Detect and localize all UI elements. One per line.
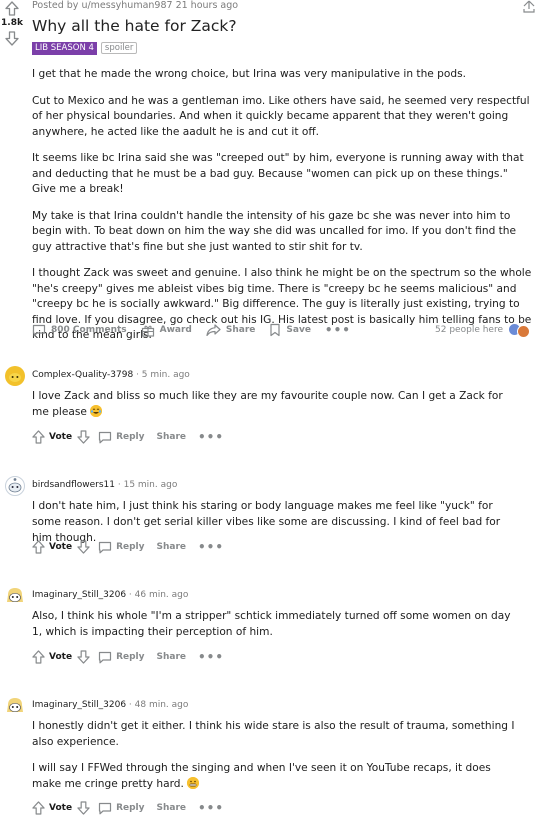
comment-more-button[interactable]: ••• [198,430,224,444]
comment-body: I honestly didn't get it either. I think… [32,718,522,792]
reply-button[interactable]: Reply [116,803,144,813]
comment-more-button[interactable]: ••• [198,801,224,815]
vote-label: Vote [49,542,73,552]
tears-of-joy-emoji-icon [90,405,103,417]
vote-label: Vote [49,803,73,813]
comment: Complex-Quality-3798 · 5 min. ago I love… [0,366,540,456]
comments-count-label: 800 Comments [51,325,127,335]
share-button[interactable]: Share [206,324,256,336]
comment-action-bar: Vote Reply Share ••• [32,429,224,445]
comment-header: birdsandflowers11 · 15 min. ago [32,479,177,491]
upvote-arrow-icon[interactable] [5,1,19,16]
award-icon [141,325,154,337]
share-icon [206,324,221,336]
save-label: Save [286,325,311,335]
reply-button[interactable]: Reply [116,432,144,442]
comment-action-bar: Vote Reply Share ••• [32,649,224,665]
comment-text-run: I will say I FFWed through the singing a… [32,762,491,790]
downvote-arrow-icon[interactable] [77,430,90,444]
comment-share-button[interactable]: Share [157,432,187,442]
yellow-snoo-avatar[interactable] [5,366,25,386]
downvote-arrow-icon[interactable] [77,650,90,664]
comment-header: Imaginary_Still_3206 · 48 min. ago [32,699,188,711]
comment-text-run: I love Zack and bliss so much like they … [32,390,503,418]
reply-comment-icon[interactable] [98,651,112,664]
comment-body: Also, I think his whole "I'm a stripper"… [32,608,522,640]
comment-share-button[interactable]: Share [157,652,187,662]
share-arrow-icon[interactable] [522,0,536,13]
more-options-button[interactable]: ••• [325,323,351,337]
comment-share-button[interactable]: Share [157,542,187,552]
flair-tag[interactable]: LIB SEASON 4 [32,41,97,55]
posted-by-line: Posted by u/messyhuman987 21 hours ago [32,0,239,11]
comment-timestamp: · 46 min. ago [126,590,189,600]
upvote-arrow-icon[interactable] [32,430,45,444]
post-paragraph: I get that he made the wrong choice, but… [32,68,466,80]
post-flairs: LIB SEASON 4 spoiler [32,41,532,55]
blonde-snoo-avatar[interactable] [5,696,25,716]
reply-comment-icon[interactable] [98,541,112,554]
post-paragraph: My take is that Irina couldn't handle th… [32,209,517,253]
avatar [517,325,530,338]
downvote-arrow-icon[interactable] [5,31,19,46]
comment-username[interactable]: birdsandflowers11 [32,480,115,490]
upvote-arrow-icon[interactable] [32,650,45,664]
reply-button[interactable]: Reply [116,542,144,552]
comment-more-button[interactable]: ••• [198,650,224,664]
vote-label: Vote [49,432,73,442]
comment: birdsandflowers11 · 15 min. ago I don't … [0,476,540,566]
comments-button[interactable]: 800 Comments [32,324,127,337]
comment-icon [32,324,46,336]
people-here-avatars [508,323,532,338]
post-paragraph: It seems like bc Irina said she was "cre… [32,152,524,195]
award-button[interactable]: Award [141,324,192,337]
comment-timestamp: · 5 min. ago [133,370,190,380]
reply-comment-icon[interactable] [98,802,112,815]
comment-more-button[interactable]: ••• [198,540,224,554]
comment-header: Complex-Quality-3798 · 5 min. ago [32,369,190,381]
post-body: I get that he made the wrong choice, but… [32,67,532,344]
downvote-arrow-icon[interactable] [77,540,90,554]
vote-label: Vote [49,652,73,662]
award-label: Award [159,325,192,335]
comment-action-bar: Vote Reply Share ••• [32,539,224,555]
reply-button[interactable]: Reply [116,652,144,662]
reply-comment-icon[interactable] [98,431,112,444]
post-paragraph: Cut to Mexico and he was a gentleman imo… [32,94,530,138]
post-vote-count: 1.8k [1,18,23,28]
comment-text: Also, I think his whole "I'm a stripper"… [32,610,511,638]
spoiler-tag: spoiler [100,42,138,54]
comment: Imaginary_Still_3206 · 46 min. ago Also,… [0,586,540,676]
post-action-bar: 800 Comments Award Share Save ••• 52 peo… [32,320,532,340]
comment-header: Imaginary_Still_3206 · 46 min. ago [32,589,188,601]
upvote-arrow-icon[interactable] [32,801,45,815]
share-label: Share [225,325,256,335]
comment-text: I will say I FFWed through the singing a… [32,760,522,792]
comment-text: I love Zack and bliss so much like they … [32,388,522,420]
people-here-label: 52 people here [435,325,503,335]
comment-username[interactable]: Complex-Quality-3798 [32,370,133,380]
comment-text: I honestly didn't get it either. I think… [32,720,515,748]
comment: Imaginary_Still_3206 · 48 min. ago I hon… [0,696,540,826]
blonde-snoo-avatar[interactable] [5,586,25,606]
comment-timestamp: · 48 min. ago [126,700,189,710]
comment-body: I love Zack and bliss so much like they … [32,388,522,420]
save-button[interactable]: Save [269,323,311,337]
grimacing-emoji-icon [187,777,200,789]
post-vote-column: 1.8k [0,0,24,46]
people-here-indicator: 52 people here [435,323,532,338]
comment-timestamp: · 15 min. ago [115,480,178,490]
bookmark-icon [270,323,280,337]
comment-action-bar: Vote Reply Share ••• [32,800,224,816]
upvote-arrow-icon[interactable] [32,540,45,554]
comment-share-button[interactable]: Share [157,803,187,813]
comment-username[interactable]: Imaginary_Still_3206 [32,590,126,600]
blue-snoo-avatar[interactable] [5,476,25,496]
downvote-arrow-icon[interactable] [77,801,90,815]
post: Posted by u/messyhuman987 21 hours ago W… [32,0,532,344]
comment-username[interactable]: Imaginary_Still_3206 [32,700,126,710]
post-title[interactable]: Why all the hate for Zack? [32,16,532,36]
